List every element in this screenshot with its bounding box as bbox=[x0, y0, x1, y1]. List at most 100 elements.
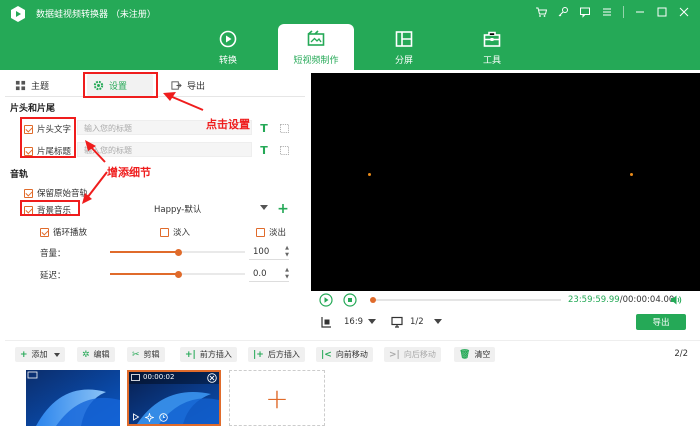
move-backward-icon: >| bbox=[389, 349, 400, 360]
edit-button[interactable]: ✲ 编辑 bbox=[77, 347, 115, 362]
page-indicator: 1/2 bbox=[410, 317, 424, 327]
clip-toolbar: + 添加 ✲ 编辑 ✂ 剪辑 +| 前方插入 |+ 后方插入 |< 向前移动 >| 向后移动 … bbox=[5, 340, 700, 366]
minimize-icon[interactable] bbox=[630, 4, 650, 20]
cut-label: 剪辑 bbox=[143, 350, 160, 359]
tab-tools-label: 工具 bbox=[482, 55, 501, 66]
position-grid-icon[interactable] bbox=[277, 121, 291, 135]
clip-duration-icon[interactable] bbox=[159, 413, 168, 422]
aspect-ratio-dropdown[interactable] bbox=[368, 319, 376, 324]
window-controls bbox=[531, 4, 694, 20]
insert-before-button[interactable]: +| 前方插入 bbox=[180, 347, 237, 362]
remove-clip-icon[interactable] bbox=[207, 373, 217, 383]
text-style-icon[interactable]: T bbox=[257, 143, 271, 157]
volume-icon[interactable] bbox=[670, 294, 682, 306]
cut-button[interactable]: ✂ 剪辑 bbox=[127, 347, 165, 362]
tab-theme-label: 主题 bbox=[31, 81, 50, 92]
clip-thumbnail-1[interactable] bbox=[26, 370, 120, 426]
chevron-down-icon bbox=[260, 205, 268, 210]
tab-split-screen[interactable]: 分屏 bbox=[366, 24, 442, 70]
tab-split-screen-label: 分屏 bbox=[394, 55, 413, 66]
preview-marker-right bbox=[630, 173, 633, 176]
time-display: 23:59:59.99/00:00:04.00 bbox=[568, 295, 674, 305]
text-style-icon[interactable]: T bbox=[257, 121, 271, 135]
play-icon[interactable] bbox=[319, 293, 333, 307]
page-dropdown[interactable] bbox=[434, 319, 442, 324]
move-forward-button[interactable]: |< 向前移动 bbox=[316, 347, 373, 362]
close-icon[interactable] bbox=[674, 4, 694, 20]
mv-icon bbox=[307, 29, 325, 46]
checkbox-box bbox=[160, 227, 169, 237]
clip-play-icon[interactable] bbox=[132, 413, 140, 421]
fade-out-label: 淡出 bbox=[269, 228, 287, 238]
insert-before-label: 前方插入 bbox=[199, 350, 232, 359]
key-icon[interactable] bbox=[553, 4, 573, 20]
tab-mv[interactable]: 短视频制作 bbox=[278, 24, 354, 70]
insert-after-button[interactable]: |+ 后方插入 bbox=[248, 347, 305, 362]
clip-effect-icon[interactable] bbox=[145, 413, 154, 422]
insert-before-icon: +| bbox=[185, 349, 196, 360]
ending-title-input[interactable]: 输入您的标题 bbox=[77, 142, 252, 157]
bg-music-highlight bbox=[20, 200, 80, 216]
plus-icon: + bbox=[20, 349, 28, 360]
volume-label: 音量： bbox=[40, 249, 66, 259]
stop-icon[interactable] bbox=[343, 293, 357, 307]
toolbox-icon bbox=[483, 31, 501, 47]
export-button[interactable]: 导出 bbox=[636, 314, 686, 330]
clear-button[interactable]: 🗑 清空 bbox=[454, 347, 496, 362]
add-music-button[interactable]: + bbox=[276, 201, 290, 217]
add-clip-button[interactable]: + bbox=[229, 370, 325, 426]
preview-marker-left bbox=[368, 173, 371, 176]
tab-export[interactable]: 导出 bbox=[165, 74, 211, 96]
progress-handle[interactable] bbox=[370, 297, 376, 303]
tab-theme[interactable]: 主题 bbox=[9, 74, 55, 96]
tab-export-label: 导出 bbox=[187, 81, 206, 92]
volume-slider-handle[interactable] bbox=[175, 248, 182, 256]
bg-music-value: Happy-默认 bbox=[154, 205, 202, 215]
app-logo-icon bbox=[11, 6, 25, 22]
tab-convert[interactable]: 转换 bbox=[190, 24, 266, 70]
menu-icon[interactable] bbox=[597, 4, 617, 20]
theme-icon bbox=[15, 80, 26, 90]
maximize-icon[interactable] bbox=[652, 4, 672, 20]
chat-icon[interactable] bbox=[575, 4, 595, 20]
delay-slider-handle[interactable] bbox=[175, 270, 182, 278]
windows-wallpaper-thumbnail bbox=[26, 370, 120, 426]
app-header: 数据蛙视频转换器 （未注册） 转换 短视频制作 分屏 工具 bbox=[0, 0, 700, 70]
title-options-highlight bbox=[20, 117, 76, 158]
checkbox-box bbox=[24, 188, 33, 198]
loop-checkbox[interactable]: 循环播放 bbox=[40, 226, 87, 238]
delay-label: 延迟： bbox=[40, 271, 66, 281]
clip-thumbnail-2-selected[interactable]: 00:00:02 bbox=[127, 370, 221, 426]
scissors-icon: ✂ bbox=[132, 349, 140, 360]
total-time: /00:00:04.00 bbox=[619, 295, 675, 305]
tab-tools[interactable]: 工具 bbox=[454, 24, 530, 70]
magic-wand-icon: ✲ bbox=[82, 349, 90, 360]
aspect-ratio-value: 16:9 bbox=[344, 317, 364, 327]
volume-stepper[interactable]: ▲ ▼ bbox=[283, 245, 291, 260]
clear-label: 清空 bbox=[474, 350, 491, 359]
move-backward-button[interactable]: >| 向后移动 bbox=[384, 347, 441, 362]
fade-out-checkbox[interactable]: 淡出 bbox=[256, 226, 286, 238]
delay-stepper[interactable]: ▲ ▼ bbox=[283, 267, 291, 282]
cart-icon[interactable] bbox=[531, 4, 551, 20]
app-title: 数据蛙视频转换器 （未注册） bbox=[36, 10, 156, 20]
delay-slider-fill bbox=[110, 273, 178, 275]
bg-music-dropdown[interactable]: Happy-默认 bbox=[150, 201, 272, 217]
add-label: 添加 bbox=[31, 350, 48, 359]
position-grid-icon[interactable] bbox=[277, 143, 291, 157]
insert-after-label: 后方插入 bbox=[267, 350, 300, 359]
clip-timeline: 00:00:02 + bbox=[5, 366, 700, 433]
annotation-add-details: 增添细节 bbox=[107, 166, 151, 179]
video-preview bbox=[311, 73, 700, 291]
audio-section-heading: 音轨 bbox=[10, 170, 29, 180]
keep-audio-checkbox[interactable]: 保留原始音轨 bbox=[24, 187, 88, 199]
tab-convert-label: 转换 bbox=[218, 55, 237, 66]
checkbox-box bbox=[256, 227, 265, 237]
player-controls: 23:59:59.99/00:00:04.00 16:9 1/2 导出 bbox=[311, 291, 700, 336]
settings-tab-highlight bbox=[83, 72, 158, 98]
add-button[interactable]: + 添加 bbox=[15, 347, 65, 362]
annotation-click-settings: 点击设置 bbox=[206, 118, 250, 131]
progress-bar[interactable] bbox=[371, 299, 561, 301]
fade-in-checkbox[interactable]: 淡入 bbox=[160, 226, 190, 238]
convert-icon bbox=[219, 30, 237, 47]
